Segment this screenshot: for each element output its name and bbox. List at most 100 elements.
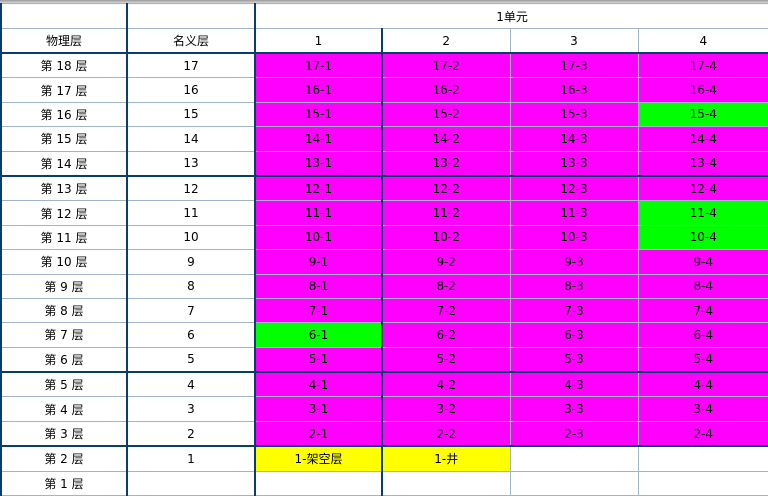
room-cell[interactable]: 2-4 bbox=[637, 420, 768, 447]
physical-floor-cell: 第 14 层 bbox=[0, 150, 128, 177]
room-cell[interactable]: 9-2 bbox=[381, 249, 511, 275]
physical-floor-cell: 第 4 层 bbox=[0, 396, 128, 422]
nominal-floor-cell: 16 bbox=[126, 77, 256, 103]
nominal-floor-cell: 1 bbox=[126, 445, 256, 472]
room-cell[interactable] bbox=[254, 470, 383, 496]
room-cell[interactable]: 4-1 bbox=[254, 371, 383, 398]
room-cell[interactable] bbox=[637, 445, 768, 472]
room-cell[interactable] bbox=[637, 470, 768, 496]
room-cell[interactable]: 16-1 bbox=[254, 77, 383, 103]
room-cell[interactable] bbox=[509, 445, 639, 472]
floor-unit-table: 1单元 物理层 名义层 1 2 3 4 第 18 层 17 17-1 17-2 17-3… bbox=[0, 3, 768, 496]
room-cell[interactable]: 14-4 bbox=[637, 126, 768, 152]
room-cell[interactable] bbox=[381, 470, 511, 496]
room-cell[interactable]: 13-2 bbox=[381, 150, 511, 177]
floor-row: 第 6 层 5 5-1 5-2 5-3 5-4 bbox=[0, 346, 768, 373]
room-column-header: 1 bbox=[254, 28, 383, 54]
room-cell[interactable]: 11-4 bbox=[637, 200, 768, 226]
room-cell[interactable]: 16-3 bbox=[509, 77, 639, 103]
physical-floor-cell: 第 7 层 bbox=[0, 322, 128, 348]
floor-row: 第 1 层 bbox=[0, 470, 768, 496]
room-cell[interactable]: 5-4 bbox=[637, 346, 768, 373]
room-cell[interactable]: 7-2 bbox=[381, 297, 511, 324]
nominal-floor-cell: 12 bbox=[126, 174, 256, 202]
nominal-floor-cell: 11 bbox=[126, 200, 256, 226]
room-cell[interactable]: 11-1 bbox=[254, 200, 383, 226]
room-cell[interactable]: 7-4 bbox=[637, 297, 768, 324]
room-cell[interactable]: 6-3 bbox=[509, 322, 639, 348]
room-cell[interactable]: 12-2 bbox=[381, 174, 511, 202]
room-cell[interactable]: 10-3 bbox=[509, 224, 639, 251]
room-cell[interactable]: 4-3 bbox=[509, 371, 639, 398]
room-cell[interactable]: 5-1 bbox=[254, 346, 383, 373]
room-cell[interactable]: 1-架空层 bbox=[254, 445, 383, 472]
room-cell[interactable]: 14-2 bbox=[381, 126, 511, 152]
physical-floor-cell: 第 3 层 bbox=[0, 420, 128, 447]
floor-row: 第 10 层 9 9-1 9-2 9-3 9-4 bbox=[0, 249, 768, 275]
room-cell[interactable]: 3-4 bbox=[637, 396, 768, 422]
room-cell[interactable]: 2-2 bbox=[381, 420, 511, 447]
room-cell[interactable]: 2-1 bbox=[254, 420, 383, 447]
room-cell[interactable]: 9-3 bbox=[509, 249, 639, 275]
room-cell[interactable]: 14-3 bbox=[509, 126, 639, 152]
physical-floor-cell: 第 17 层 bbox=[0, 77, 128, 103]
floor-row: 第 9 层 8 8-1 8-2 8-3 8-4 bbox=[0, 273, 768, 299]
room-cell[interactable]: 3-3 bbox=[509, 396, 639, 422]
room-cell[interactable]: 16-2 bbox=[381, 77, 511, 103]
nominal-floor-cell bbox=[126, 470, 256, 496]
room-cell[interactable]: 6-1 bbox=[254, 322, 383, 348]
room-cell[interactable]: 11-2 bbox=[381, 200, 511, 226]
room-cell[interactable]: 9-1 bbox=[254, 249, 383, 275]
room-cell[interactable]: 6-4 bbox=[637, 322, 768, 348]
room-cell[interactable]: 17-1 bbox=[254, 52, 383, 79]
room-cell[interactable]: 2-3 bbox=[509, 420, 639, 447]
room-cell[interactable]: 8-3 bbox=[509, 273, 639, 299]
room-cell[interactable]: 8-4 bbox=[637, 273, 768, 299]
physical-floor-cell: 第 16 层 bbox=[0, 101, 128, 128]
room-cell[interactable]: 13-1 bbox=[254, 150, 383, 177]
room-cell[interactable]: 17-3 bbox=[509, 52, 639, 79]
floor-row: 第 5 层 4 4-1 4-2 4-3 4-4 bbox=[0, 371, 768, 398]
room-cell[interactable]: 15-2 bbox=[381, 101, 511, 128]
room-cell[interactable]: 3-1 bbox=[254, 396, 383, 422]
room-cell[interactable]: 10-1 bbox=[254, 224, 383, 251]
nominal-floor-cell: 10 bbox=[126, 224, 256, 251]
column-header-row: 物理层 名义层 1 2 3 4 bbox=[0, 28, 768, 54]
room-cell[interactable]: 14-1 bbox=[254, 126, 383, 152]
nominal-floor-cell: 15 bbox=[126, 101, 256, 128]
room-cell[interactable]: 13-3 bbox=[509, 150, 639, 177]
floor-row: 第 16 层 15 15-1 15-2 15-3 15-4 bbox=[0, 101, 768, 128]
room-cell[interactable]: 9-4 bbox=[637, 249, 768, 275]
nominal-floor-header: 名义层 bbox=[126, 28, 256, 54]
room-cell[interactable]: 15-3 bbox=[509, 101, 639, 128]
room-cell[interactable]: 12-3 bbox=[509, 174, 639, 202]
room-cell[interactable]: 3-2 bbox=[381, 396, 511, 422]
room-cell[interactable]: 4-4 bbox=[637, 371, 768, 398]
nominal-floor-cell: 9 bbox=[126, 249, 256, 275]
room-cell[interactable]: 11-3 bbox=[509, 200, 639, 226]
room-cell[interactable]: 13-4 bbox=[637, 150, 768, 177]
room-cell[interactable]: 7-1 bbox=[254, 297, 383, 324]
room-cell[interactable]: 8-1 bbox=[254, 273, 383, 299]
room-cell[interactable]: 1-井 bbox=[381, 445, 511, 472]
room-cell[interactable]: 12-1 bbox=[254, 174, 383, 202]
room-cell[interactable]: 5-2 bbox=[381, 346, 511, 373]
room-cell[interactable] bbox=[509, 470, 639, 496]
room-cell[interactable]: 8-2 bbox=[381, 273, 511, 299]
room-cell[interactable]: 17-4 bbox=[637, 52, 768, 79]
nominal-floor-cell: 5 bbox=[126, 346, 256, 373]
room-cell[interactable]: 7-3 bbox=[509, 297, 639, 324]
floor-row: 第 4 层 3 3-1 3-2 3-3 3-4 bbox=[0, 396, 768, 422]
floor-row: 第 18 层 17 17-1 17-2 17-3 17-4 bbox=[0, 52, 768, 79]
room-cell[interactable]: 10-2 bbox=[381, 224, 511, 251]
room-cell[interactable]: 15-1 bbox=[254, 101, 383, 128]
room-cell[interactable]: 4-2 bbox=[381, 371, 511, 398]
room-cell[interactable]: 6-2 bbox=[381, 322, 511, 348]
room-cell[interactable]: 10-4 bbox=[637, 224, 768, 251]
room-cell[interactable]: 16-4 bbox=[637, 77, 768, 103]
room-cell[interactable]: 12-4 bbox=[637, 174, 768, 202]
room-cell[interactable]: 17-2 bbox=[381, 52, 511, 79]
room-cell[interactable]: 5-3 bbox=[509, 346, 639, 373]
room-cell[interactable]: 15-4 bbox=[637, 101, 768, 128]
nominal-floor-cell: 13 bbox=[126, 150, 256, 177]
